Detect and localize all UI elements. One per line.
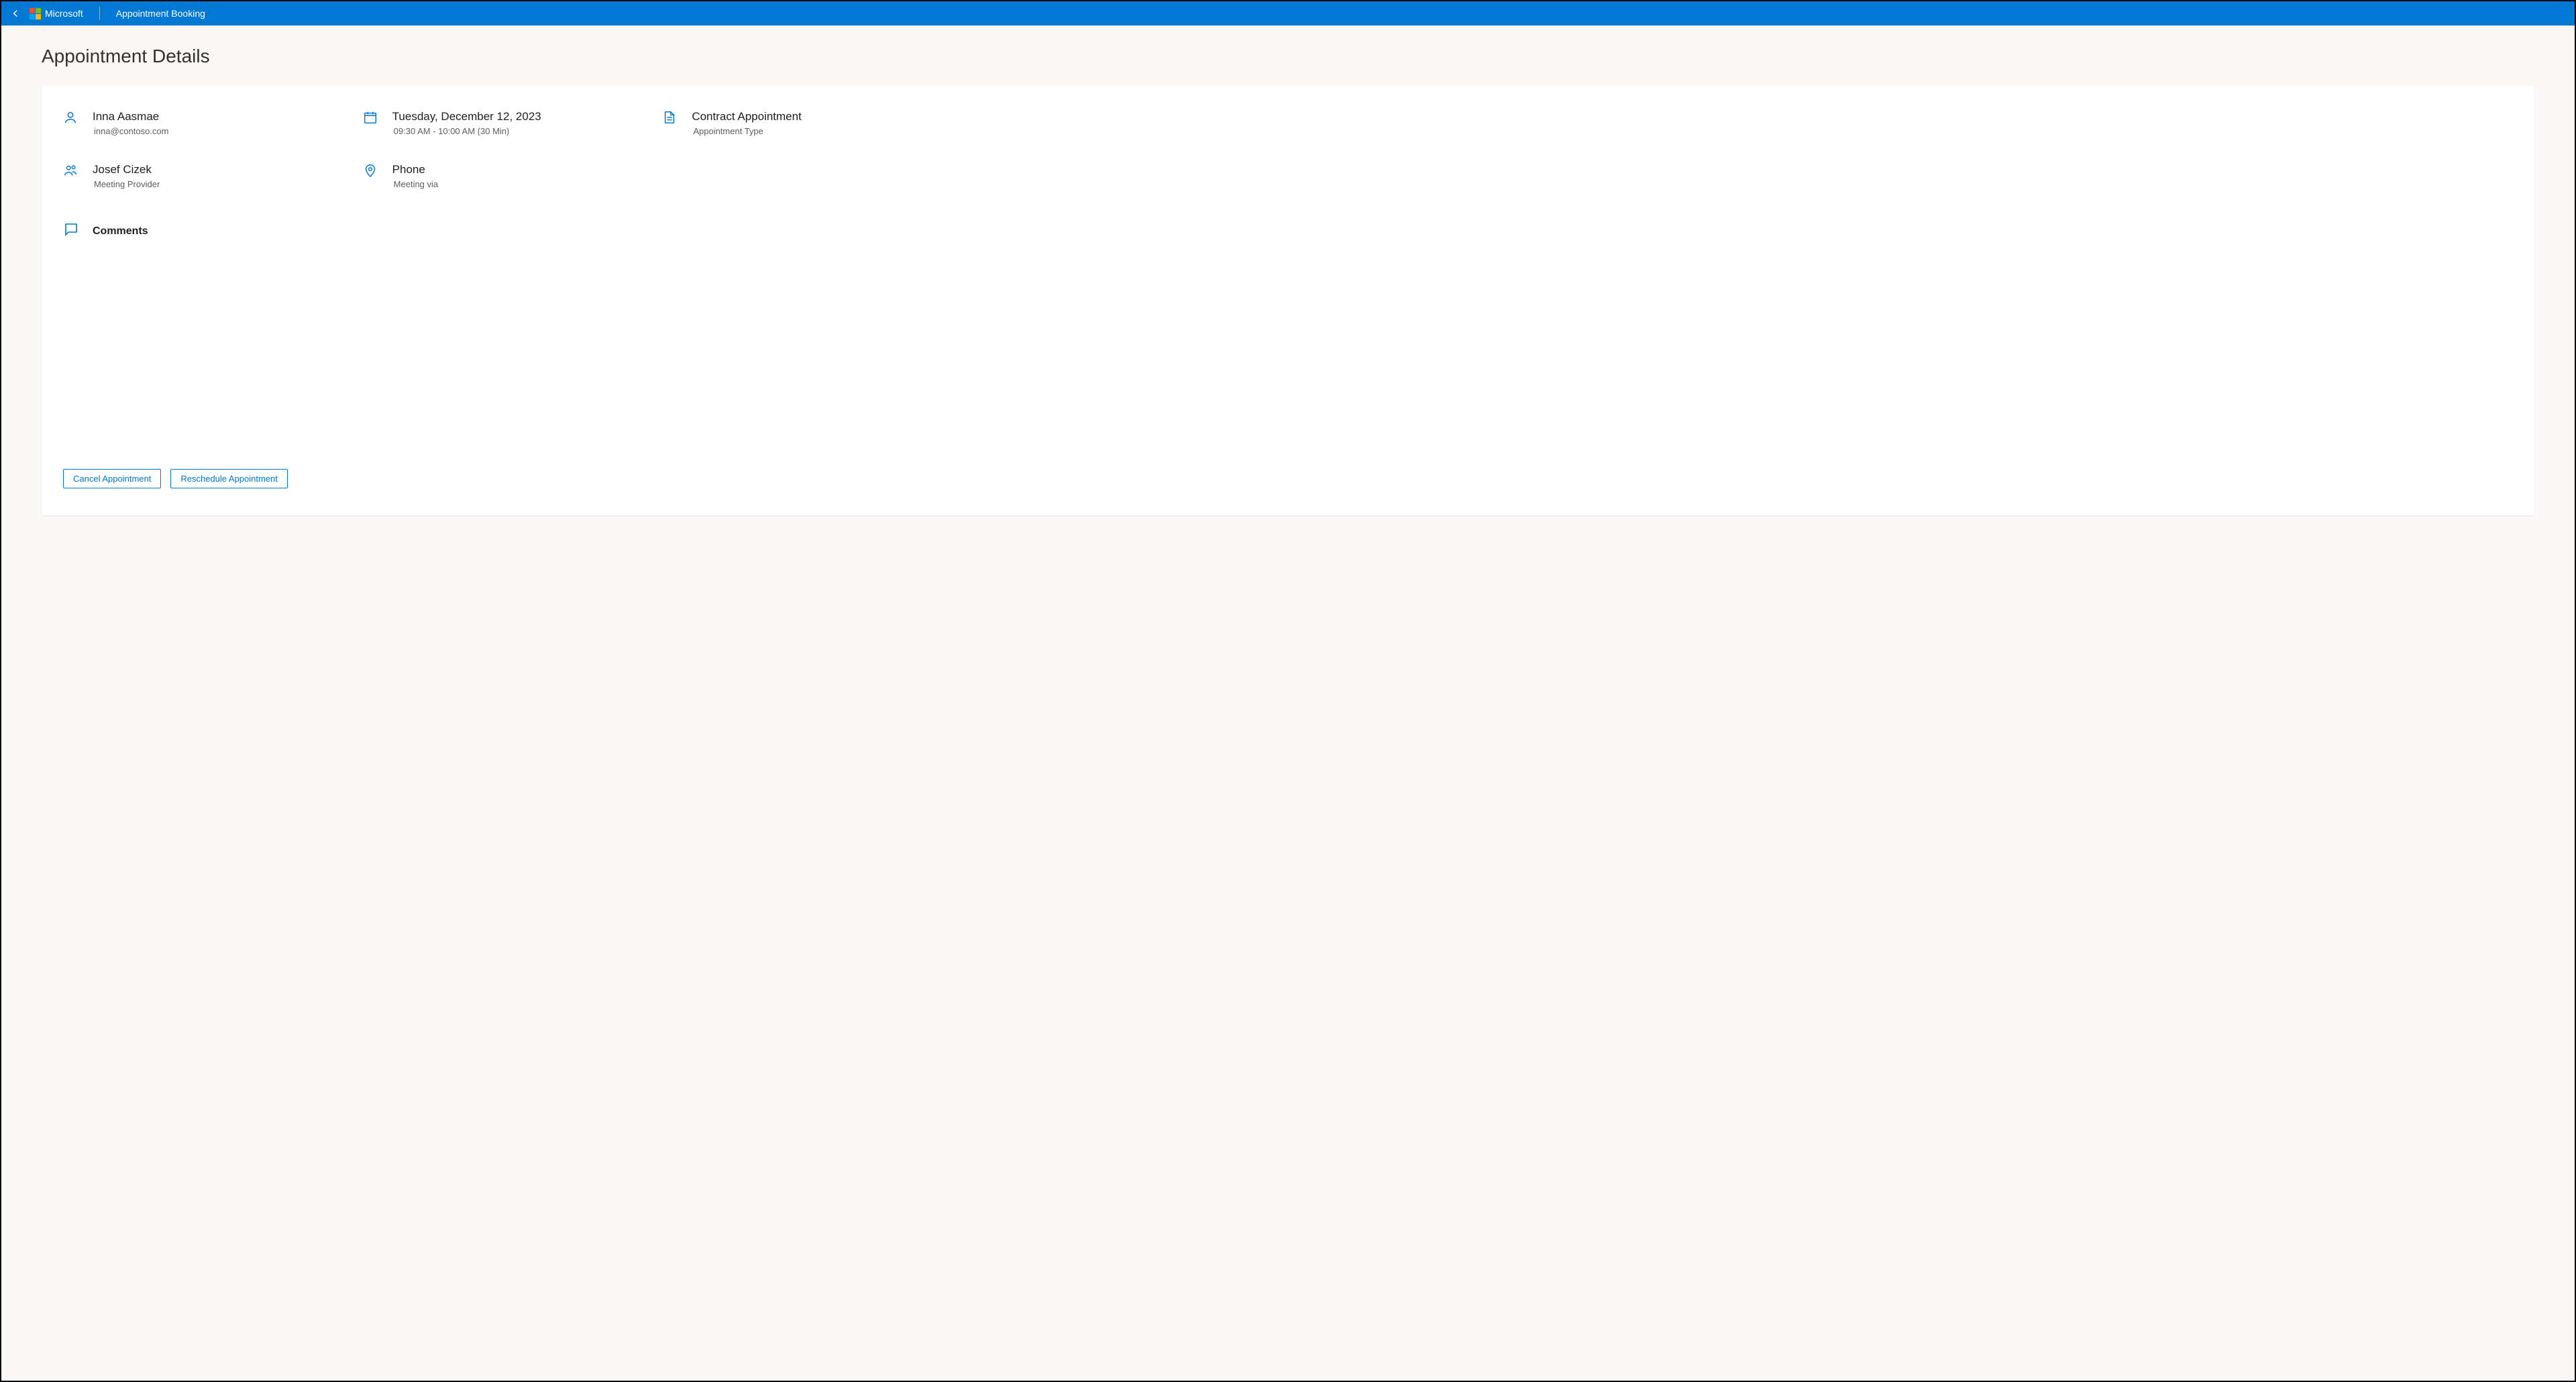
microsoft-logo-icon (30, 8, 41, 19)
document-icon (662, 110, 681, 136)
action-bar: Cancel Appointment Reschedule Appointmen… (63, 388, 2513, 488)
calendar-icon (363, 110, 382, 136)
back-button[interactable] (9, 7, 21, 19)
header-divider (99, 7, 100, 20)
chevron-left-icon (9, 7, 21, 19)
attendee-name: Inna Aasmae (93, 110, 168, 123)
provider-name: Josef Cizek (93, 163, 160, 176)
reschedule-appointment-button[interactable]: Reschedule Appointment (170, 469, 288, 488)
appointment-type-name: Contract Appointment (692, 110, 801, 123)
app-header: Microsoft Appointment Booking (1, 1, 2575, 25)
provider-role: Meeting Provider (93, 179, 160, 189)
header-page-title: Appointment Booking (116, 8, 205, 19)
grid-spacer (662, 163, 949, 189)
appointment-card: Inna Aasmae inna@contoso.com Tuesday, De… (42, 86, 2534, 515)
meeting-via-label: Meeting via (392, 179, 438, 189)
appointment-type-label: Appointment Type (692, 126, 801, 136)
attendee-block: Inna Aasmae inna@contoso.com (63, 110, 350, 136)
comments-block: Comments (63, 221, 2513, 241)
people-icon (63, 163, 82, 189)
appointment-type-block: Contract Appointment Appointment Type (662, 110, 949, 136)
appointment-date: Tuesday, December 12, 2023 (392, 110, 541, 123)
attendee-email: inna@contoso.com (93, 126, 168, 136)
appointment-time: 09:30 AM - 10:00 AM (30 Min) (392, 126, 541, 136)
page-title: Appointment Details (42, 46, 2534, 67)
person-icon (63, 110, 82, 136)
meeting-method: Phone (392, 163, 438, 176)
datetime-block: Tuesday, December 12, 2023 09:30 AM - 10… (363, 110, 649, 136)
meeting-via-block: Phone Meeting via (363, 163, 649, 189)
comments-label: Comments (93, 225, 148, 237)
brand-name: Microsoft (45, 8, 83, 19)
microsoft-logo[interactable]: Microsoft (30, 8, 83, 19)
comment-icon (63, 221, 82, 241)
cancel-appointment-button[interactable]: Cancel Appointment (63, 469, 161, 488)
details-grid: Inna Aasmae inna@contoso.com Tuesday, De… (63, 110, 949, 189)
page-body: Appointment Details Inna Aasmae inna@con… (1, 25, 2575, 1381)
provider-block: Josef Cizek Meeting Provider (63, 163, 350, 189)
location-icon (363, 163, 382, 189)
